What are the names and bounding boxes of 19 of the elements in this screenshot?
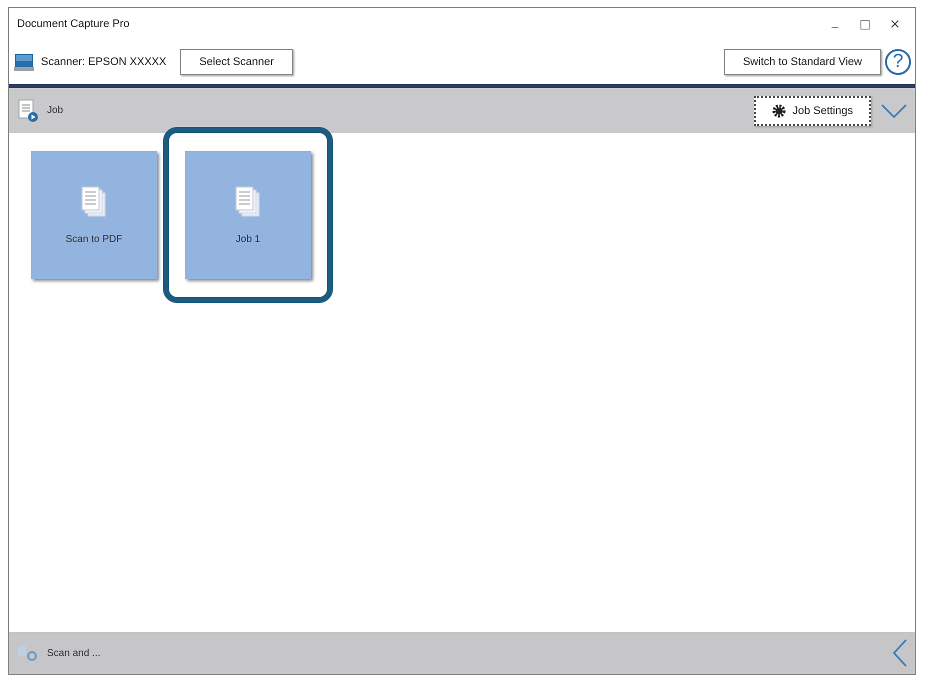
minimize-button[interactable]: _ bbox=[823, 14, 847, 34]
documents-icon bbox=[235, 186, 261, 218]
maximize-button[interactable]: □ bbox=[853, 14, 877, 34]
documents-icon bbox=[81, 186, 107, 218]
chevron-down-icon bbox=[881, 104, 907, 118]
job-tile[interactable]: Job 1 bbox=[185, 151, 311, 279]
switch-view-button[interactable]: Switch to Standard View bbox=[724, 49, 881, 75]
close-button[interactable]: × bbox=[883, 14, 907, 34]
window-title: Document Capture Pro bbox=[17, 18, 130, 30]
job-tile[interactable]: Scan to PDF bbox=[31, 151, 157, 279]
section-title: Job bbox=[47, 105, 64, 116]
scanner-icon bbox=[13, 51, 35, 73]
footer-label: Scan and ... bbox=[47, 648, 100, 658]
scanner-label: Scanner: EPSON XXXXX bbox=[41, 56, 166, 68]
help-button[interactable]: ? bbox=[885, 49, 911, 75]
document-icon bbox=[17, 98, 39, 122]
select-scanner-button[interactable]: Select Scanner bbox=[180, 49, 293, 75]
job-settings-button[interactable]: Job Settings bbox=[754, 96, 871, 126]
chevron-left-icon bbox=[893, 639, 907, 667]
